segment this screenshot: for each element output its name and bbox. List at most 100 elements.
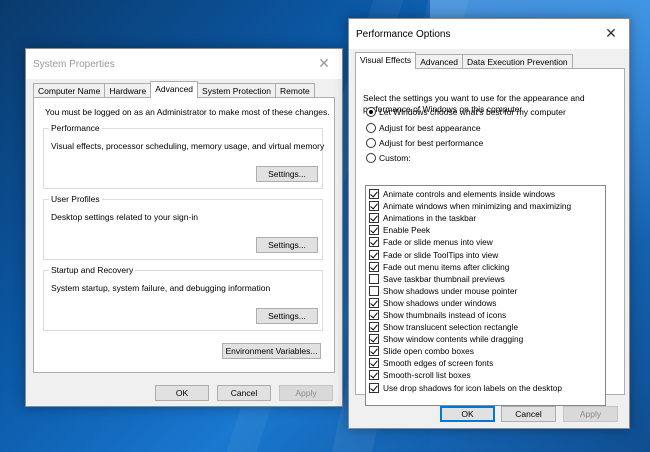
startup-recovery-label: Startup and Recovery: [49, 265, 136, 275]
checkbox[interactable]: [369, 297, 379, 308]
user-profiles-group: User Profiles Desktop settings related t…: [43, 194, 323, 260]
effect-label: Show window contents while dragging: [383, 334, 524, 345]
effect-label: Use drop shadows for icon labels on the …: [383, 382, 562, 393]
radio-button[interactable]: [366, 107, 376, 117]
apply-button[interactable]: Apply: [279, 385, 333, 401]
performance-group: Performance Visual effects, processor sc…: [43, 123, 325, 189]
checkbox[interactable]: [369, 237, 379, 248]
tab-computer-name[interactable]: Computer Name: [33, 83, 106, 98]
radio-custom[interactable]: Custom:: [366, 152, 411, 164]
radio-label: Custom:: [379, 153, 411, 163]
effect-option[interactable]: Show shadows under windows: [366, 297, 605, 309]
apply-button[interactable]: Apply: [563, 406, 618, 422]
effect-option[interactable]: Animate controls and elements inside win…: [366, 188, 605, 200]
user-profiles-description: Desktop settings related to your sign-in: [51, 212, 198, 222]
tab-advanced[interactable]: Advanced: [415, 54, 463, 69]
effect-label: Show thumbnails instead of icons: [383, 309, 507, 320]
checkbox[interactable]: [369, 334, 379, 345]
effect-option[interactable]: Enable Peek: [366, 224, 605, 236]
effect-label: Show shadows under windows: [383, 297, 497, 308]
tab-visual-effects[interactable]: Visual Effects: [355, 52, 417, 69]
cancel-button[interactable]: Cancel: [501, 406, 556, 422]
effect-label: Smooth edges of screen fonts: [383, 358, 494, 369]
effect-label: Fade or slide menus into view: [383, 237, 493, 248]
startup-recovery-description: System startup, system failure, and debu…: [51, 283, 271, 293]
effect-label: Slide open combo boxes: [383, 346, 474, 357]
user-profiles-label: User Profiles: [49, 194, 102, 204]
system-properties-titlebar[interactable]: System Properties ✕: [26, 49, 342, 79]
checkbox[interactable]: [369, 201, 379, 212]
radio-button[interactable]: [366, 123, 376, 133]
effect-option[interactable]: Animations in the taskbar: [366, 212, 605, 224]
checkbox[interactable]: [369, 225, 379, 236]
effect-label: Fade out menu items after clicking: [383, 261, 510, 272]
close-icon[interactable]: ✕: [316, 55, 332, 71]
effect-label: Animations in the taskbar: [383, 213, 477, 224]
environment-variables-button[interactable]: Environment Variables...: [222, 343, 321, 359]
radio-label: Adjust for best appearance: [379, 123, 481, 133]
radio-best-appearance[interactable]: Adjust for best appearance: [366, 122, 481, 134]
admin-notice: You must be logged on as an Administrato…: [45, 107, 330, 117]
ok-button[interactable]: OK: [440, 406, 495, 422]
performance-settings-button[interactable]: Settings...: [256, 166, 318, 182]
tab-data-execution-prevention[interactable]: Data Execution Prevention: [462, 54, 573, 69]
system-properties-window: System Properties ✕ Computer Name Hardwa…: [25, 48, 343, 407]
advanced-tab-panel: You must be logged on as an Administrato…: [33, 97, 335, 373]
ok-button[interactable]: OK: [155, 385, 209, 401]
radio-button[interactable]: [366, 138, 376, 148]
checkbox[interactable]: [369, 322, 379, 333]
effect-option[interactable]: Slide open combo boxes: [366, 345, 605, 357]
startup-recovery-settings-button[interactable]: Settings...: [256, 308, 318, 324]
window-title: Performance Options: [356, 29, 451, 40]
effect-label: Save taskbar thumbnail previews: [383, 273, 505, 284]
performance-options-titlebar[interactable]: Performance Options ✕: [349, 19, 629, 49]
radio-label: Adjust for best performance: [379, 138, 484, 148]
effect-option[interactable]: Fade out menu items after clicking: [366, 261, 605, 273]
close-icon[interactable]: ✕: [603, 25, 619, 41]
effect-option[interactable]: Show thumbnails instead of icons: [366, 309, 605, 321]
performance-options-tabs: Visual Effects Advanced Data Execution P…: [355, 52, 573, 69]
effect-option[interactable]: Use drop shadows for icon labels on the …: [366, 382, 605, 394]
tab-hardware[interactable]: Hardware: [104, 83, 152, 98]
checkbox[interactable]: [369, 213, 379, 224]
effect-option[interactable]: Animate windows when minimizing and maxi…: [366, 200, 605, 212]
tab-system-protection[interactable]: System Protection: [197, 83, 277, 98]
checkbox[interactable]: [369, 346, 379, 357]
startup-recovery-group: Startup and Recovery System startup, sys…: [43, 265, 323, 331]
effect-label: Show shadows under mouse pointer: [383, 285, 518, 296]
effect-option[interactable]: Save taskbar thumbnail previews: [366, 273, 605, 285]
checkbox[interactable]: [369, 358, 379, 369]
cancel-button[interactable]: Cancel: [217, 385, 271, 401]
effect-option[interactable]: Show translucent selection rectangle: [366, 321, 605, 333]
radio-let-windows-choose[interactable]: Let Windows choose what's best for my co…: [366, 106, 566, 118]
checkbox[interactable]: [369, 382, 379, 393]
radio-button[interactable]: [366, 153, 376, 163]
radio-best-performance[interactable]: Adjust for best performance: [366, 137, 483, 149]
effect-option[interactable]: Smooth edges of screen fonts: [366, 357, 605, 369]
tab-remote[interactable]: Remote: [275, 83, 315, 98]
visual-effects-list[interactable]: Animate controls and elements inside win…: [365, 185, 606, 406]
window-title: System Properties: [33, 59, 115, 70]
system-properties-tabs: Computer Name Hardware Advanced System P…: [33, 81, 315, 98]
effect-label: Animate windows when minimizing and maxi…: [383, 201, 572, 212]
effect-label: Animate controls and elements inside win…: [383, 189, 556, 200]
checkbox[interactable]: [369, 249, 379, 260]
checkbox[interactable]: [369, 189, 379, 200]
effect-option[interactable]: Smooth-scroll list boxes: [366, 369, 605, 381]
checkbox[interactable]: [369, 309, 379, 320]
effect-option[interactable]: Fade or slide ToolTips into view: [366, 248, 605, 260]
checkbox[interactable]: [369, 285, 379, 296]
tab-advanced[interactable]: Advanced: [150, 81, 199, 98]
effect-label: Smooth-scroll list boxes: [383, 370, 471, 381]
effect-option[interactable]: Show window contents while dragging: [366, 333, 605, 345]
effect-label: Show translucent selection rectangle: [383, 322, 519, 333]
effect-label: Enable Peek: [383, 225, 431, 236]
effect-option[interactable]: Fade or slide menus into view: [366, 236, 605, 248]
checkbox[interactable]: [369, 261, 379, 272]
effect-option[interactable]: Show shadows under mouse pointer: [366, 285, 605, 297]
checkbox[interactable]: [369, 273, 379, 284]
performance-description: Visual effects, processor scheduling, me…: [51, 141, 325, 151]
radio-label: Let Windows choose what's best for my co…: [379, 107, 566, 117]
user-profiles-settings-button[interactable]: Settings...: [256, 237, 318, 253]
checkbox[interactable]: [369, 370, 379, 381]
